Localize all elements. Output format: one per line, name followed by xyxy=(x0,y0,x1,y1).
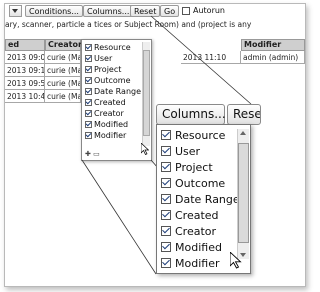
checkbox-checked[interactable] xyxy=(161,242,171,252)
column-option-creator[interactable]: Creator xyxy=(161,224,216,240)
checkbox-checked[interactable] xyxy=(161,210,171,220)
checkbox-checked[interactable] xyxy=(161,178,171,188)
column-option-project[interactable]: Project xyxy=(161,160,213,176)
mouse-cursor-icon xyxy=(141,143,149,155)
zoom-connector-lines xyxy=(81,15,252,275)
checkbox-checked[interactable] xyxy=(161,162,171,172)
mouse-cursor-icon xyxy=(230,252,242,269)
checkbox-checked[interactable] xyxy=(161,146,171,156)
checkbox-checked[interactable] xyxy=(161,194,171,204)
column-option-created[interactable]: Created xyxy=(161,208,219,224)
column-option-date-range[interactable]: Date Range xyxy=(161,192,240,208)
column-option-outcome[interactable]: Outcome xyxy=(161,176,225,192)
column-option-modified[interactable]: Modified xyxy=(161,240,222,256)
checkbox-checked[interactable] xyxy=(161,226,171,236)
column-option-user[interactable]: User xyxy=(161,144,200,160)
reset-button-magnified[interactable]: Rese xyxy=(227,104,261,125)
popup-scrollbar[interactable] xyxy=(237,129,249,259)
checkbox-checked[interactable] xyxy=(161,258,171,268)
checkbox-checked[interactable] xyxy=(161,130,171,140)
columns-button-magnified[interactable]: Columns... xyxy=(156,104,226,125)
screenshot-frame: Conditions... Columns... Reset Go Autoru… xyxy=(4,3,306,287)
column-option-resource[interactable]: Resource xyxy=(161,128,225,144)
scroll-up-icon[interactable] xyxy=(240,131,246,135)
column-option-modifier[interactable]: Modifier xyxy=(161,256,219,272)
scrollbar-thumb[interactable] xyxy=(238,143,249,243)
